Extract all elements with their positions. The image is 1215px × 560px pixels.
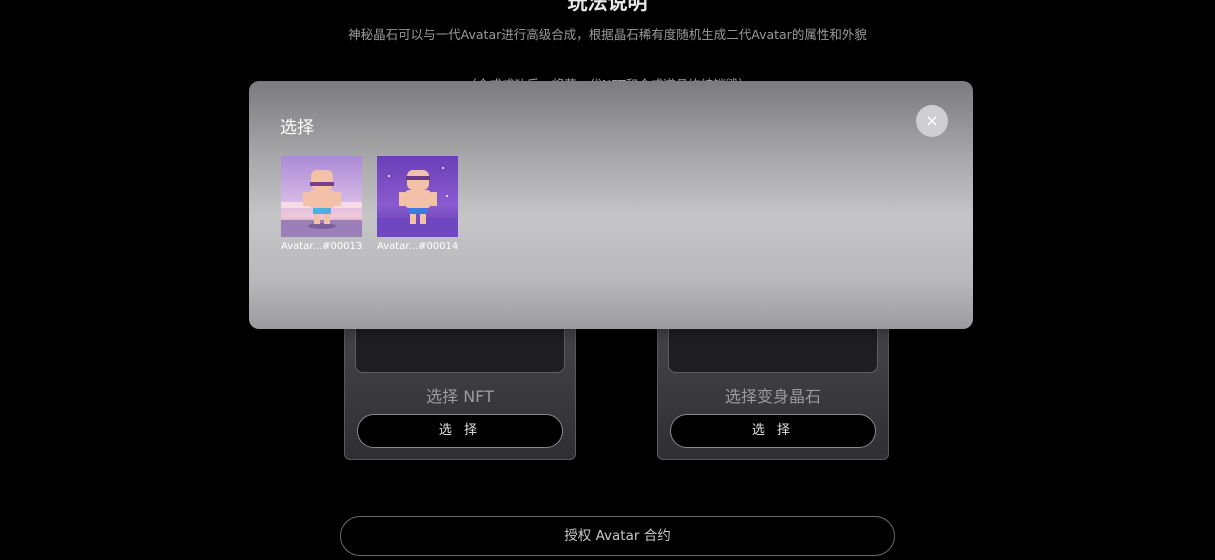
select-nft-button[interactable]: 选 择 — [357, 414, 563, 448]
nft-slot-title: 选择 NFT — [426, 387, 494, 406]
crystal-slot-title: 选择变身晶石 — [724, 387, 821, 406]
avatar-thumbnail — [377, 156, 458, 237]
authorize-avatar-contract-button[interactable]: 授权 Avatar 合约 — [340, 516, 895, 556]
page-description: 神秘晶石可以与一代Avatar进行高级合成，根据晶石稀有度随机生成二代Avata… — [348, 27, 867, 42]
select-modal: 选择 × Avatar...#00013 Avatar...#00014 — [249, 81, 973, 329]
modal-title: 选择 — [280, 118, 314, 138]
nft-item[interactable]: Avatar...#00014 — [377, 156, 458, 252]
page-title: 玩法说明 — [567, 0, 648, 14]
close-button[interactable]: × — [916, 105, 948, 137]
nft-item-label: Avatar...#00014 — [377, 241, 459, 252]
select-crystal-button[interactable]: 选 择 — [670, 414, 876, 448]
close-icon: × — [925, 111, 939, 130]
nft-item-label: Avatar...#00013 — [281, 241, 363, 252]
avatar-thumbnail — [281, 156, 362, 237]
nft-item[interactable]: Avatar...#00013 — [281, 156, 362, 252]
